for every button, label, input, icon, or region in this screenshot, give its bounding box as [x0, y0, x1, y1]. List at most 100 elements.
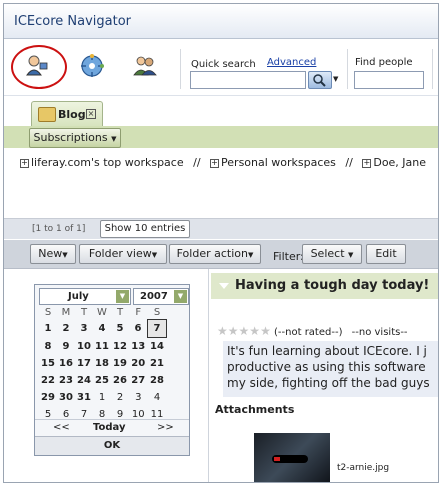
- calendar-day[interactable]: 5: [111, 320, 129, 338]
- search-dropdown-arrow-icon[interactable]: ▼: [333, 75, 338, 83]
- next-month-button[interactable]: >>: [157, 422, 174, 433]
- weekday-label: F: [135, 306, 142, 318]
- calendar-day[interactable]: 9: [57, 338, 75, 356]
- red-eye-shape: [274, 457, 280, 461]
- magnifier-icon: [313, 74, 326, 87]
- breadcrumb-item[interactable]: liferay.com's top workspace: [31, 156, 184, 169]
- calendar-day[interactable]: 30: [57, 389, 75, 406]
- calendar-day[interactable]: 3: [129, 389, 148, 406]
- entries-per-page-select[interactable]: Show 10 entries ▼: [100, 220, 190, 249]
- calendar-day[interactable]: 1: [39, 320, 57, 338]
- entry-body-line: productive as using this software: [227, 360, 426, 374]
- breadcrumb-item[interactable]: Doe, Jane: [373, 156, 426, 169]
- entry-body-line: my side, fighting off the bad guys: [227, 376, 430, 390]
- quick-search-input[interactable]: [190, 71, 306, 89]
- star-icon[interactable]: ★: [217, 324, 228, 338]
- select-button[interactable]: Select ▼: [302, 244, 362, 264]
- calendar-day[interactable]: 4: [93, 320, 111, 338]
- entry-body: It's fun learning about ICEcore. I j pro…: [223, 341, 438, 397]
- attachment-filename[interactable]: t2-arnie.jpg: [337, 463, 389, 473]
- attachments-heading: Attachments: [215, 403, 295, 416]
- edit-button[interactable]: Edit: [366, 244, 406, 264]
- calendar-day[interactable]: 31: [75, 389, 93, 406]
- advanced-search-link[interactable]: Advanced: [267, 57, 316, 68]
- weekday-label: W: [97, 306, 107, 318]
- calendar-widget: July ▼ 2007 ▼ S M T W T F S 1 2 3 4 5 6 …: [34, 284, 190, 456]
- calendar-ok-button[interactable]: OK: [35, 436, 189, 455]
- calendar-day[interactable]: 17: [75, 355, 93, 372]
- star-icon[interactable]: ★: [228, 324, 239, 338]
- weekday-label: M: [61, 306, 71, 318]
- expand-icon[interactable]: +: [210, 158, 220, 168]
- calendar-day[interactable]: 19: [111, 355, 129, 372]
- calendar-day[interactable]: 20: [129, 355, 148, 372]
- calendar-day[interactable]: 8: [39, 338, 57, 356]
- calendar-day[interactable]: 10: [75, 338, 93, 356]
- calendar-day[interactable]: 1: [93, 389, 111, 406]
- calendar-day[interactable]: 25: [93, 372, 111, 389]
- calendar-day[interactable]: 15: [39, 355, 57, 372]
- calendar-day[interactable]: 3: [75, 320, 93, 338]
- tab-close-icon[interactable]: ×: [86, 109, 96, 119]
- dropdown-arrow-icon: ▼: [348, 251, 354, 259]
- star-icon[interactable]: ★: [249, 324, 260, 338]
- calendar-day[interactable]: 18: [93, 355, 111, 372]
- collapse-arrow-icon[interactable]: [219, 283, 229, 289]
- dropdown-arrow-icon: ▼: [111, 135, 117, 143]
- year-select[interactable]: 2007 ▼: [133, 288, 189, 305]
- globe-nav-icon[interactable]: [79, 53, 105, 79]
- toolbar-divider: [432, 49, 433, 89]
- star-icon[interactable]: ★: [260, 324, 271, 338]
- folder-view-label: Folder view: [88, 247, 152, 260]
- toolbar-divider: [180, 49, 181, 89]
- subscriptions-button[interactable]: Subscriptions ▼: [29, 128, 121, 148]
- calendar-day[interactable]: 22: [39, 372, 57, 389]
- weekday-label: S: [153, 306, 161, 318]
- calendar-day[interactable]: 26: [111, 372, 129, 389]
- expand-icon[interactable]: +: [20, 158, 29, 168]
- calendar-day[interactable]: 23: [57, 372, 75, 389]
- calendar-day[interactable]: 2: [111, 389, 129, 406]
- month-select[interactable]: July ▼: [39, 288, 131, 305]
- search-button[interactable]: [308, 71, 332, 89]
- calendar-day[interactable]: 13: [129, 338, 148, 356]
- tab-label: Blog: [58, 108, 86, 121]
- calendar-header: July ▼ 2007 ▼: [37, 287, 189, 305]
- calendar-day[interactable]: 2: [57, 320, 75, 338]
- title-bar: ICEcore Navigator: [4, 4, 438, 39]
- user-avatar-icon[interactable]: [24, 53, 50, 79]
- new-button[interactable]: New▼: [30, 244, 76, 264]
- calendar-day[interactable]: 21: [148, 355, 167, 372]
- entry-count: [1 to 1 of 1]: [32, 224, 86, 234]
- folder-action-button[interactable]: Folder action▼: [169, 244, 261, 264]
- today-button[interactable]: Today: [93, 422, 125, 433]
- calendar-day[interactable]: 29: [39, 389, 57, 406]
- entry-title: Having a tough day today!: [235, 278, 430, 293]
- star-icon[interactable]: ★: [239, 324, 250, 338]
- expand-icon[interactable]: +: [362, 158, 372, 168]
- find-people-input[interactable]: [354, 71, 424, 89]
- attachment-thumbnail[interactable]: [254, 433, 330, 482]
- tab-blog[interactable]: Blog ×: [31, 101, 103, 127]
- calendar-day[interactable]: 16: [57, 355, 75, 372]
- folder-action-label: Folder action: [176, 247, 248, 260]
- breadcrumb-item[interactable]: Personal workspaces: [221, 156, 336, 169]
- visits-text: --no visits--: [351, 327, 408, 338]
- calendar-day[interactable]: 14: [148, 338, 167, 356]
- weekday-label: T: [116, 306, 124, 318]
- entries-select-label: Show 10 entries: [104, 223, 186, 234]
- folder-view-button[interactable]: Folder view▼: [79, 244, 167, 264]
- calendar-day[interactable]: 27: [129, 372, 148, 389]
- subscriptions-bar: Subscriptions ▼: [4, 126, 438, 148]
- calendar-day[interactable]: 24: [75, 372, 93, 389]
- calendar-day[interactable]: 11: [93, 338, 111, 356]
- calendar-day[interactable]: 4: [148, 389, 167, 406]
- calendar-day[interactable]: 28: [148, 372, 167, 389]
- calendar-day[interactable]: 12: [111, 338, 129, 356]
- rating-text: (--not rated--): [274, 327, 343, 338]
- calendar-day[interactable]: 6: [129, 320, 148, 338]
- prev-month-button[interactable]: <<: [53, 422, 70, 433]
- calendar-day-today[interactable]: 7: [147, 319, 167, 338]
- subscriptions-label: Subscriptions: [33, 131, 108, 144]
- people-icon[interactable]: [132, 53, 158, 79]
